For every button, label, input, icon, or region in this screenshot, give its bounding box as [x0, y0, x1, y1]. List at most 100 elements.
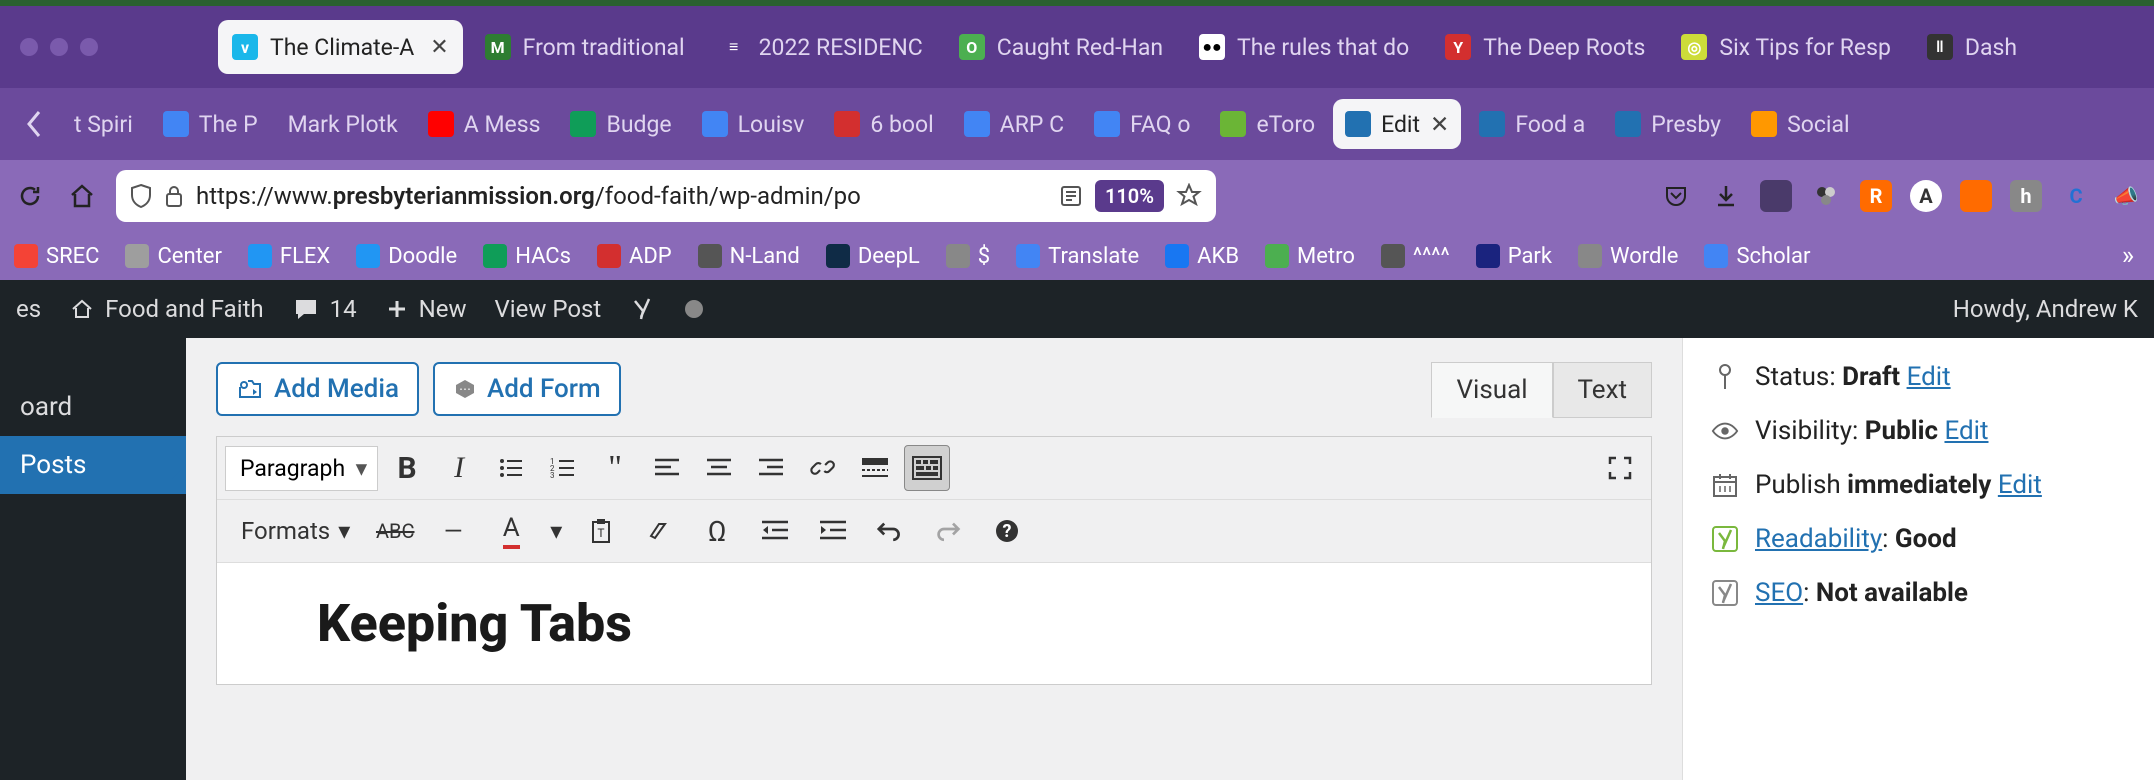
browser-tab[interactable]: ARP C [952, 99, 1076, 149]
tab-close-button[interactable]: ✕ [430, 35, 448, 60]
bookmark-item[interactable]: Center [119, 240, 227, 273]
wp-comments[interactable]: 14 [292, 295, 357, 323]
bookmark-item[interactable]: AKB [1159, 240, 1245, 273]
link-button[interactable] [800, 445, 846, 491]
clear-formatting-button[interactable] [636, 508, 682, 554]
browser-tab[interactable]: MFrom traditional [471, 20, 699, 74]
browser-tab[interactable]: Budge [558, 99, 683, 149]
browser-tab[interactable]: Louisv [690, 99, 817, 149]
minimize-window-button[interactable] [50, 38, 68, 56]
wp-new[interactable]: New [385, 295, 467, 323]
bookmark-item[interactable]: Doodle [350, 240, 463, 273]
extension-icon-6[interactable]: h [2010, 180, 2042, 212]
sidebar-item-dashboard[interactable]: oard [0, 378, 186, 436]
bookmark-item[interactable]: $ [940, 240, 996, 273]
bookmark-item[interactable]: N-Land [692, 240, 806, 273]
add-media-button[interactable]: Add Media [216, 362, 419, 416]
indent-button[interactable] [810, 508, 856, 554]
home-button[interactable] [64, 178, 100, 214]
visibility-edit-link[interactable]: Edit [1944, 416, 1988, 446]
undo-button[interactable] [868, 508, 914, 554]
bookmark-item[interactable]: Translate [1010, 240, 1145, 273]
seo-link[interactable]: SEO [1755, 578, 1803, 608]
extension-icon-2[interactable] [1810, 180, 1842, 212]
toolbar-toggle-button[interactable] [904, 445, 950, 491]
extension-icon-4[interactable]: A [1910, 180, 1942, 212]
fullscreen-button[interactable] [1597, 445, 1643, 491]
visual-tab[interactable]: Visual [1431, 362, 1552, 418]
bookmark-item[interactable]: SREC [8, 240, 105, 273]
wp-howdy[interactable]: Howdy, Andrew K [1953, 295, 2138, 323]
extension-icon-5[interactable] [1960, 180, 1992, 212]
browser-tab[interactable]: 6 bool [822, 99, 945, 149]
wp-yoast-icon[interactable] [629, 295, 657, 323]
bookmark-item[interactable]: HACs [477, 240, 577, 273]
reload-button[interactable] [12, 178, 48, 214]
browser-tab[interactable]: OCaught Red-Han [945, 20, 1177, 74]
insert-more-button[interactable] [852, 445, 898, 491]
text-color-button[interactable]: A [488, 508, 534, 554]
browser-tab[interactable]: Social [1739, 99, 1862, 149]
browser-tab[interactable]: Edit✕ [1333, 99, 1461, 149]
numbered-list-button[interactable]: 123 [540, 445, 586, 491]
bookmark-item[interactable]: ^^^^ [1375, 240, 1456, 273]
extension-icon-3[interactable]: R [1860, 180, 1892, 212]
blockquote-button[interactable]: " [592, 445, 638, 491]
browser-tab[interactable]: A Mess [416, 99, 553, 149]
browser-tab[interactable]: ◎Six Tips for Resp [1667, 20, 1905, 74]
browser-tab[interactable]: FAQ o [1082, 99, 1202, 149]
bookmark-item[interactable]: FLEX [242, 240, 336, 273]
wp-my-sites[interactable]: es [16, 295, 41, 323]
bookmark-item[interactable]: Wordle [1572, 240, 1684, 273]
redo-button[interactable] [926, 508, 972, 554]
horizontal-rule-button[interactable]: — [430, 508, 476, 554]
status-edit-link[interactable]: Edit [1907, 362, 1951, 392]
help-button[interactable]: ? [984, 508, 1030, 554]
downloads-icon[interactable] [1710, 180, 1742, 212]
paste-text-button[interactable]: T [578, 508, 624, 554]
browser-tab[interactable]: ≡2022 RESIDENC [707, 20, 937, 74]
italic-button[interactable]: I [436, 445, 482, 491]
editor-content-area[interactable]: Keeping Tabs [217, 563, 1651, 684]
browser-tab[interactable]: Mark Plotk [276, 99, 410, 149]
browser-tab[interactable]: ●●The rules that do [1185, 20, 1423, 74]
bookmark-item[interactable]: Metro [1259, 240, 1361, 273]
browser-tab[interactable]: vThe Climate-A✕ [218, 20, 463, 74]
browser-tab[interactable]: eToro [1208, 99, 1327, 149]
pocket-icon[interactable] [1660, 180, 1692, 212]
browser-tab[interactable]: The P [151, 99, 270, 149]
tab-close-button[interactable]: ✕ [1430, 111, 1449, 138]
sidebar-item-posts[interactable]: Posts [0, 436, 186, 494]
bookmark-item[interactable]: ADP [591, 240, 678, 273]
close-window-button[interactable] [20, 38, 38, 56]
zoom-badge[interactable]: 110% [1095, 180, 1164, 212]
tab-scroll-back-button[interactable] [12, 102, 56, 146]
extension-icon-7[interactable]: C [2060, 180, 2092, 212]
bookmark-item[interactable]: Scholar [1698, 240, 1816, 273]
publish-edit-link[interactable]: Edit [1998, 470, 2042, 500]
url-bar[interactable]: https://www.presbyterianmission.org/food… [116, 170, 1216, 222]
add-form-button[interactable]: ⋯ Add Form [433, 362, 621, 416]
wp-site-name[interactable]: Food and Faith [69, 295, 264, 323]
reader-mode-icon[interactable] [1059, 184, 1083, 208]
browser-tab[interactable]: Presby [1603, 99, 1733, 149]
browser-tab[interactable]: YThe Deep Roots [1431, 20, 1659, 74]
align-center-button[interactable] [696, 445, 742, 491]
maximize-window-button[interactable] [80, 38, 98, 56]
bullet-list-button[interactable] [488, 445, 534, 491]
text-color-dropdown[interactable]: ▾ [546, 508, 566, 554]
strikethrough-button[interactable]: ABC [372, 508, 418, 554]
paragraph-select[interactable]: Paragraph [225, 446, 378, 491]
bookmark-overflow-button[interactable]: » [2110, 241, 2146, 271]
bookmark-item[interactable]: DeepL [820, 240, 926, 273]
extension-icon-1[interactable] [1760, 180, 1792, 212]
align-right-button[interactable] [748, 445, 794, 491]
bookmark-star-icon[interactable] [1176, 183, 1202, 209]
bold-button[interactable]: B [384, 445, 430, 491]
browser-tab[interactable]: Food a [1467, 99, 1597, 149]
bookmark-item[interactable]: Park [1470, 240, 1558, 273]
text-tab[interactable]: Text [1553, 362, 1652, 418]
outdent-button[interactable] [752, 508, 798, 554]
extension-icon-8[interactable]: 📣 [2110, 180, 2142, 212]
formats-dropdown[interactable]: Formats ▾ [231, 511, 360, 551]
